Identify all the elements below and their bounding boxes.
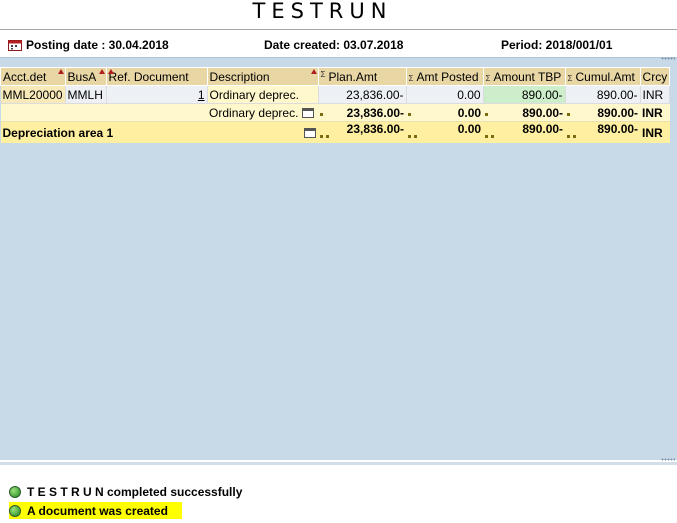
green-light-icon — [9, 485, 21, 498]
total-cumul-amt: 890.00- — [565, 121, 641, 143]
col-header-crcy[interactable]: Crcy — [639, 67, 671, 86]
subtotal-plan-amt: 23,836.00- — [318, 103, 407, 122]
subtotal-marker-icon — [567, 112, 571, 116]
total-label: Depreciation area 1 — [0, 121, 208, 143]
header-divider — [0, 29, 677, 30]
subtotal-crcy: INR — [640, 103, 670, 122]
cell-acct-det[interactable]: MML20000 — [0, 85, 66, 104]
subtotal-row[interactable]: Ordinary deprec. 23,836.00- 0.00 890.00-… — [0, 103, 670, 122]
table-header-row: Acct.det BusA Ref. Document Description … — [0, 67, 671, 86]
sigma-icon: Σ — [408, 73, 414, 83]
sort-up-icon — [310, 69, 317, 74]
page-title: TESTRUN — [252, 0, 393, 23]
splitter-handle-top[interactable] — [661, 57, 675, 60]
total-marker-icon — [485, 135, 489, 139]
subtotal-description: Ordinary deprec. — [207, 103, 319, 122]
total-marker-icon — [408, 135, 412, 139]
depreciation-table: Acct.det BusA Ref. Document Description … — [0, 67, 671, 143]
col-header-ref-document[interactable]: Ref. Document — [105, 67, 208, 86]
cell-amt-posted[interactable]: 0.00 — [406, 85, 484, 104]
date-created: Date created: 03.07.2018 — [264, 38, 404, 52]
info-bar: Posting date : 30.04.2018 Date created: … — [0, 35, 677, 55]
sigma-icon: Σ — [485, 73, 491, 83]
cell-ref-document[interactable]: 1 — [106, 85, 208, 104]
subtotal-amount-tbp: 890.00- — [483, 103, 566, 122]
col-header-cumul-amt[interactable]: Σ Cumul.Amt — [564, 67, 641, 86]
col-header-acct-det[interactable]: Acct.det — [0, 67, 66, 86]
calendar-icon — [8, 40, 22, 51]
sort-up-icon — [98, 69, 105, 74]
printer-icon[interactable] — [302, 108, 315, 119]
total-plan-amt: 23,836.00- — [318, 121, 407, 143]
posting-date: Posting date : 30.04.2018 — [26, 38, 169, 52]
col-header-amt-posted[interactable]: Σ Amt Posted — [405, 67, 484, 86]
total-amt-posted: 0.00 — [406, 121, 484, 143]
subtotal-cumul-amt: 890.00- — [565, 103, 641, 122]
col-header-description[interactable]: Description — [206, 67, 319, 86]
cell-plan-amt[interactable]: 23,836.00- — [318, 85, 407, 104]
cell-busa[interactable]: MMLH — [65, 85, 107, 104]
report-grid-area[interactable]: Acct.det BusA Ref. Document Description … — [0, 57, 677, 461]
cell-crcy[interactable]: INR — [640, 85, 671, 104]
sigma-icon: Σ — [567, 73, 573, 83]
total-marker-icon — [326, 135, 330, 139]
cell-description[interactable]: Ordinary deprec. — [207, 85, 319, 104]
message-success: T E S T R U N completed successfully — [9, 483, 242, 500]
sort-up-icon — [107, 69, 114, 74]
col-header-amount-tbp[interactable]: Σ Amount TBP — [482, 67, 566, 86]
total-row[interactable]: Depreciation area 1 23,836.00- 0.00 890.… — [0, 121, 670, 143]
ref-document-link[interactable]: 1 — [198, 88, 205, 102]
total-marker-icon — [573, 135, 577, 139]
col-header-plan-amt[interactable]: Σ Plan.Amt — [317, 67, 407, 86]
total-amount-tbp: 890.00- — [483, 121, 566, 143]
col-header-busa[interactable]: BusA — [64, 67, 107, 86]
total-marker-icon — [414, 135, 418, 139]
subtotal-amt-posted: 0.00 — [406, 103, 484, 122]
sigma-icon: Σ — [320, 69, 326, 79]
total-marker-icon — [491, 135, 495, 139]
sort-up-icon — [57, 69, 64, 74]
splitter-handle-bottom[interactable] — [661, 458, 675, 461]
table-row[interactable]: MML20000 MMLH 1 Ordinary deprec. 23,836.… — [0, 85, 671, 104]
subtotal-marker-icon — [408, 112, 412, 116]
total-crcy: INR — [640, 121, 670, 143]
subtotal-marker-icon — [485, 112, 489, 116]
subtotal-marker-icon — [320, 112, 324, 116]
green-light-icon — [9, 504, 21, 517]
total-marker-icon — [320, 135, 324, 139]
message-document-created: A document was created — [9, 502, 182, 519]
cell-cumul-amt[interactable]: 890.00- — [565, 85, 641, 104]
printer-icon[interactable] — [304, 128, 317, 139]
total-marker-icon — [567, 135, 571, 139]
period: Period: 2018/001/01 — [501, 38, 613, 52]
cell-amount-tbp[interactable]: 890.00- — [483, 85, 566, 104]
message-area: T E S T R U N completed successfully A d… — [0, 462, 677, 523]
